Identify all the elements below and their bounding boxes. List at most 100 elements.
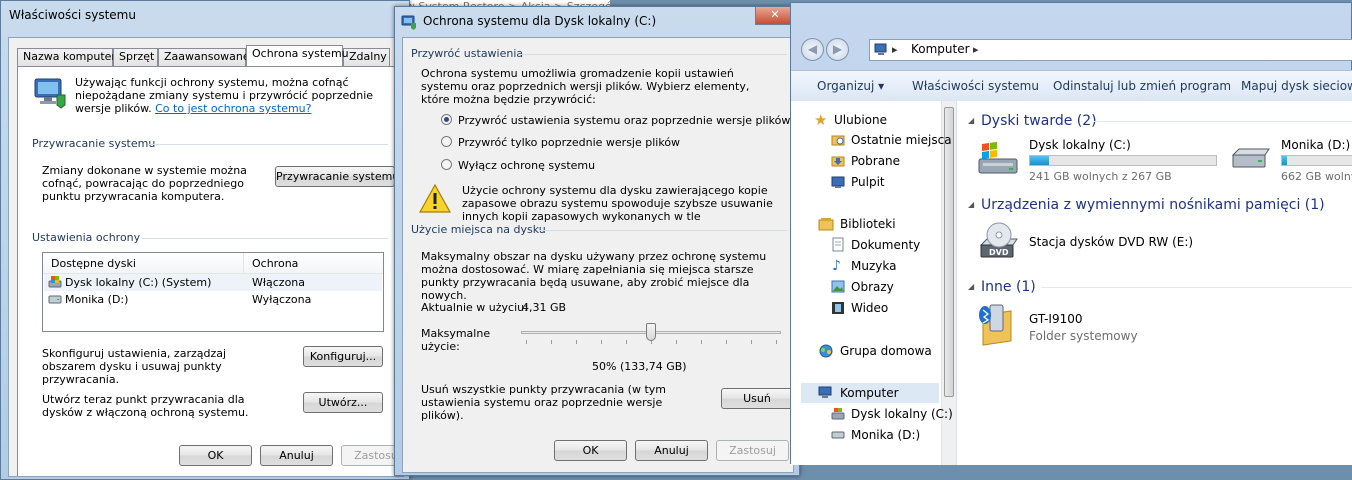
column-header-drives[interactable]: Dostępne dyski xyxy=(51,257,136,270)
system-properties-client: Nazwa komputera Sprzęt Zaawansowane Ochr… xyxy=(8,37,404,477)
system-properties-button[interactable]: Właściwości systemu xyxy=(912,80,1039,93)
section-heading-removable[interactable]: Urządzenia z wymiennymi nośnikami pamięc… xyxy=(981,197,1325,213)
collapse-arrow-icon[interactable]: ◢ xyxy=(968,200,974,209)
tab-panel: Używając funkcji ochrony systemu, można … xyxy=(17,66,403,476)
uninstall-program-button[interactable]: Odinstaluj lub zmień program xyxy=(1053,80,1231,93)
tab-computer-name[interactable]: Nazwa komputera xyxy=(17,48,123,66)
system-restore-button[interactable]: Przywracanie systemu... xyxy=(275,166,403,187)
drive-protection-status: Wyłączona xyxy=(252,293,312,306)
ok-button[interactable]: OK xyxy=(554,440,627,461)
restore-settings-description: Ochrona systemu umożliwia gromadzenie ko… xyxy=(421,67,750,106)
back-button[interactable]: ◀ xyxy=(801,38,824,61)
apply-button[interactable]: Zastosuj xyxy=(716,440,789,461)
delete-button[interactable]: Usuń xyxy=(721,388,793,409)
navigation-pane: ★ Ulubione Ostatnie miejsca Pobrane Pulp… xyxy=(791,101,957,465)
forward-button[interactable]: ▶ xyxy=(826,38,849,61)
nav-label: Ostatnie miejsca xyxy=(851,133,952,147)
nav-label: Dysk lokalny (C:) xyxy=(851,407,953,421)
delete-description: Usuń wszystkie punkty przywracania (w ty… xyxy=(421,383,667,422)
map-network-drive-button[interactable]: Mapuj dysk sieciowy xyxy=(1241,80,1352,93)
section-heading-hdd[interactable]: Dyski twarde (2) xyxy=(981,113,1097,129)
music-note-icon: ♪ xyxy=(832,258,841,274)
cancel-button[interactable]: Anuluj xyxy=(260,445,333,466)
system-drive-icon xyxy=(48,276,62,288)
device-tile-gt-i9100[interactable]: GT-I9100 Folder systemowy xyxy=(977,301,1227,351)
drive-tile-c[interactable]: Dysk lokalny (C:) 241 GB wolnych z 267 G… xyxy=(977,137,1227,185)
scrollbar-thumb[interactable] xyxy=(944,107,954,397)
nav-label: Pobrane xyxy=(851,154,901,168)
slider-tick xyxy=(701,340,702,344)
device-type: Folder systemowy xyxy=(1029,329,1138,343)
slider-tick xyxy=(726,340,727,344)
breadcrumb-chevron-icon[interactable]: ▸ xyxy=(892,43,898,56)
disk-usage-label: Użycie miejsca na dysku xyxy=(411,223,546,236)
drive-tile-d[interactable]: Monika (D:) 662 GB wolnych xyxy=(1229,137,1352,185)
nav-label: Dokumenty xyxy=(851,238,921,252)
pictures-icon xyxy=(831,280,845,293)
nav-label: Monika (D:) xyxy=(851,428,921,442)
bluetooth-folder-icon xyxy=(979,304,1012,346)
slider-tick xyxy=(576,340,577,344)
create-description: Utwórz teraz punkt przywracania dla dysk… xyxy=(42,393,249,419)
nav-label: Obrazy xyxy=(851,280,894,294)
disk-usage-description: Maksymalny obszar na dysku używany przez… xyxy=(421,250,767,302)
organize-label: Organizuj xyxy=(817,79,875,93)
disable-protection-radio[interactable] xyxy=(441,159,452,170)
configure-button[interactable]: Konfiguruj... xyxy=(303,346,383,367)
breadcrumb-computer[interactable]: Komputer xyxy=(911,43,970,56)
system-protection-dialog: Ochrona systemu dla Dysk lokalny (C:) ✕ … xyxy=(394,6,800,476)
window-title: Właściwości systemu xyxy=(9,8,136,22)
slider-tick xyxy=(776,340,777,344)
drive-usage-fill xyxy=(1282,156,1287,165)
address-bar[interactable]: ▸ Komputer ▸ xyxy=(869,39,1352,61)
current-usage-value: 4,31 GB xyxy=(522,301,567,314)
computer-icon xyxy=(874,43,887,55)
dvd-drive-tile[interactable]: DVD Stacja dysków DVD RW (E:) xyxy=(977,219,1227,267)
drive-protection-status: Włączona xyxy=(252,276,306,289)
disable-protection-label[interactable]: Wyłącz ochronę systemu xyxy=(458,159,595,172)
current-usage-label: Aktualnie w użyciu: xyxy=(421,301,528,314)
intro-paragraph: Używając funkcji ochrony systemu, można … xyxy=(75,76,375,115)
collapse-arrow-icon[interactable]: ◢ xyxy=(968,282,974,291)
device-name: GT-I9100 xyxy=(1029,312,1083,326)
breadcrumb-chevron-icon[interactable]: ▸ xyxy=(973,43,979,56)
table-header: Dostępne dyski Ochrona xyxy=(43,253,383,274)
video-icon xyxy=(832,302,844,314)
create-button[interactable]: Utwórz... xyxy=(303,392,383,413)
max-usage-slider[interactable] xyxy=(521,323,781,345)
column-header-protection[interactable]: Ochrona xyxy=(252,257,298,270)
restore-files-label[interactable]: Przywróć tylko poprzednie wersje plików xyxy=(458,136,680,149)
cancel-button[interactable]: Anuluj xyxy=(635,440,708,461)
system-drive-icon xyxy=(831,408,845,420)
tab-system-protection[interactable]: Ochrona systemu xyxy=(246,45,349,66)
restore-group-label: Przywracanie systemu xyxy=(32,137,156,150)
close-button[interactable]: ✕ xyxy=(755,7,795,25)
drive-free-space: 662 GB wolnych xyxy=(1281,170,1352,183)
content-pane: Dyski twarde (2) ◢ Dysk lokalny (C:) 241… xyxy=(957,101,1352,465)
divider xyxy=(1094,121,1352,122)
slider-thumb[interactable] xyxy=(646,323,656,341)
tab-advanced[interactable]: Zaawansowane xyxy=(158,48,250,66)
dvd-drive-name: Stacja dysków DVD RW (E:) xyxy=(1029,235,1194,249)
table-row[interactable]: Dysk lokalny (C:) (System) Włączona xyxy=(44,274,382,291)
tab-hardware[interactable]: Sprzęt xyxy=(113,48,158,66)
configure-description: Skonfiguruj ustawienia, zarządzaj obszar… xyxy=(42,347,227,386)
restore-description: Zmiany dokonane w systemie można cofnąć,… xyxy=(42,164,247,203)
restore-files-radio[interactable] xyxy=(441,136,452,147)
protection-settings-label: Ustawienia ochrony xyxy=(32,231,141,244)
collapse-arrow-icon[interactable]: ◢ xyxy=(968,116,974,125)
what-is-protection-link[interactable]: Co to jest ochrona systemu? xyxy=(155,102,311,115)
section-heading-other[interactable]: Inne (1) xyxy=(981,279,1036,295)
computer-icon xyxy=(818,386,832,398)
slider-tick xyxy=(551,340,552,344)
organize-menu[interactable]: Organizuj ▾ xyxy=(817,80,884,93)
table-row[interactable]: Monika (D:) Wyłączona xyxy=(44,291,382,308)
hard-drive-icon xyxy=(831,431,845,439)
drive-name: Monika (D:) xyxy=(65,293,129,306)
tab-remote[interactable]: Zdalny xyxy=(343,48,390,66)
documents-icon xyxy=(832,237,844,252)
restore-all-radio[interactable] xyxy=(441,114,452,125)
nav-computer[interactable]: Komputer xyxy=(801,383,939,403)
restore-all-label[interactable]: Przywróć ustawienia systemu oraz poprzed… xyxy=(458,114,790,127)
ok-button[interactable]: OK xyxy=(179,445,252,466)
